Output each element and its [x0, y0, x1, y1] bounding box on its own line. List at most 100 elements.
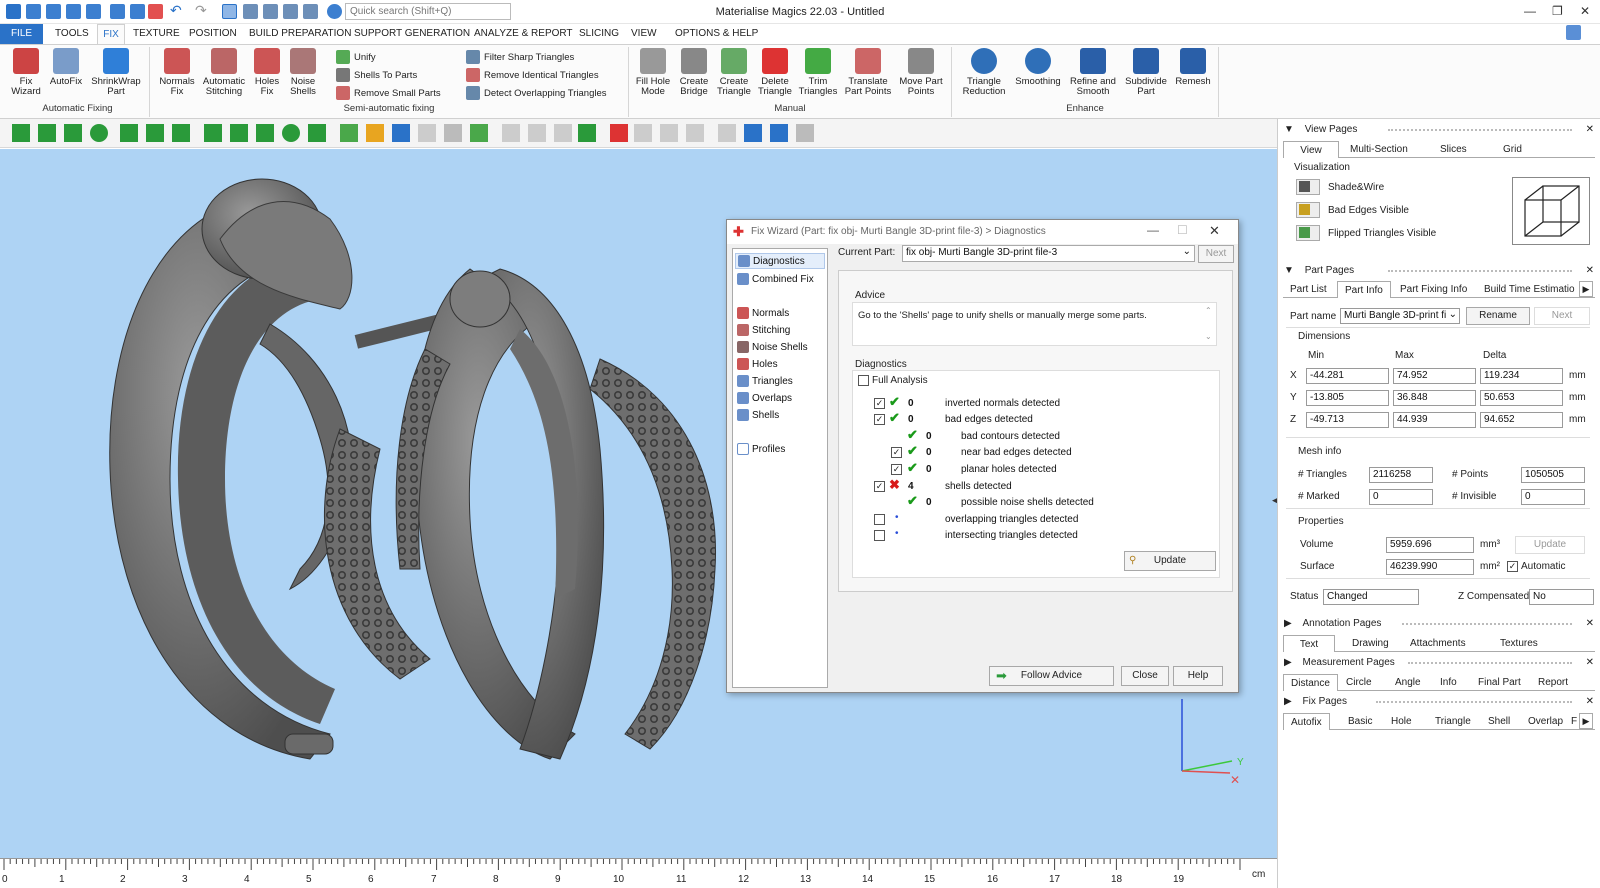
remove-small-parts-button[interactable]: Remove Small Parts [336, 86, 441, 100]
delete-triangle-button[interactable]: Delete Triangle [755, 48, 795, 97]
tab-drawing[interactable]: Drawing [1345, 635, 1396, 652]
subdivide-part-button[interactable]: Subdivide Part [1122, 48, 1170, 97]
close-icon[interactable]: ✕ [1586, 618, 1594, 629]
refine-smooth-button[interactable]: Refine and Smooth [1066, 48, 1120, 97]
z-max-field[interactable]: 44.939 [1393, 412, 1476, 428]
tabs-scroll-right-icon[interactable]: ▶ [1579, 713, 1593, 729]
mark-part-icon[interactable] [340, 124, 358, 142]
nav-holes[interactable]: Holes [737, 358, 778, 370]
menu-slicing[interactable]: SLICING [579, 28, 619, 39]
tab-part-list[interactable]: Part List [1283, 281, 1334, 298]
extract-marked-icon[interactable] [470, 124, 488, 142]
view-cube[interactable] [1512, 177, 1590, 245]
inverted-normals-checkbox[interactable]: ✓ [874, 398, 885, 409]
y-min-field[interactable]: -13.805 [1306, 390, 1389, 406]
export-icon[interactable] [130, 4, 145, 19]
overlapping-checkbox[interactable] [874, 514, 885, 525]
view-pages-header[interactable]: ▼ View Pages ✕ [1284, 124, 1596, 135]
zoom-window-icon[interactable] [263, 4, 278, 19]
triangle-tool-9-icon[interactable] [744, 124, 762, 142]
delete-marked-icon[interactable] [444, 124, 462, 142]
close-icon[interactable]: ✕ [1586, 696, 1594, 707]
translate-part-points-button[interactable]: Translate Part Points [843, 48, 893, 97]
scroll-down-icon[interactable]: ⌄ [1205, 332, 1212, 341]
triangle-tool-6-icon[interactable] [660, 124, 678, 142]
tab-final-part[interactable]: Final Part [1471, 674, 1528, 691]
move-part-points-button[interactable]: Move Part Points [897, 48, 945, 97]
planar-holes-checkbox[interactable]: ✓ [891, 464, 902, 475]
near-bad-edges-checkbox[interactable]: ✓ [891, 447, 902, 458]
smoothing-button[interactable]: Smoothing [1012, 48, 1064, 87]
part-name-select[interactable]: Murti Bangle 3D-print fi ⌄ [1340, 308, 1460, 324]
nav-diagnostics[interactable]: Diagnostics [735, 253, 825, 269]
unify-button[interactable]: Unify [336, 50, 376, 64]
scroll-up-icon[interactable]: ⌃ [1205, 306, 1212, 315]
shrinkwrap-button[interactable]: ShrinkWrap Part [88, 48, 144, 97]
points-field[interactable]: 1050505 [1521, 467, 1585, 483]
triangle-tool-2-icon[interactable] [528, 124, 546, 142]
tab-circle[interactable]: Circle [1339, 674, 1379, 691]
annotation-pages-header[interactable]: ▶ Annotation Pages ✕ [1284, 618, 1596, 629]
triangle-tool-11-icon[interactable] [796, 124, 814, 142]
restore-icon[interactable]: ❐ [1552, 4, 1563, 18]
select-icon[interactable] [222, 4, 237, 19]
tabs-scroll-right-icon[interactable]: ▶ [1579, 281, 1593, 297]
mark-shell-icon[interactable] [204, 124, 222, 142]
save-as-icon[interactable] [86, 4, 101, 19]
automatic-checkbox[interactable]: ✓ [1507, 561, 1518, 572]
help-button[interactable]: Help [1173, 666, 1223, 686]
triangle-tool-10-icon[interactable] [770, 124, 788, 142]
surface-field[interactable]: 46239.990 [1386, 559, 1474, 575]
marked-field[interactable]: 0 [1369, 489, 1433, 505]
z-delta-field[interactable]: 94.652 [1480, 412, 1563, 428]
mark-surface-icon[interactable] [64, 124, 82, 142]
shade-wire-dropdown[interactable] [1296, 179, 1320, 195]
remove-identical-triangles-button[interactable]: Remove Identical Triangles [466, 68, 599, 82]
tab-basic[interactable]: Basic [1341, 713, 1379, 730]
normals-fix-button[interactable]: Normals Fix [156, 48, 198, 97]
tab-attachments[interactable]: Attachments [1403, 635, 1473, 652]
update-volume-button[interactable]: Update [1515, 536, 1585, 554]
new-icon[interactable] [26, 4, 41, 19]
tab-overlap[interactable]: Overlap [1521, 713, 1570, 730]
tab-shell[interactable]: Shell [1481, 713, 1517, 730]
fix-wizard-button[interactable]: Fix Wizard [6, 48, 46, 97]
tab-autofix[interactable]: Autofix [1283, 713, 1330, 730]
menu-fix[interactable]: FIX [97, 24, 125, 45]
shells-to-parts-button[interactable]: Shells To Parts [336, 68, 417, 82]
status-field[interactable]: Changed [1323, 589, 1419, 605]
unmark-icon[interactable] [418, 124, 436, 142]
mark-window-icon[interactable] [120, 124, 138, 142]
tab-multi-section[interactable]: Multi-Section [1343, 141, 1415, 158]
menu-analyze-report[interactable]: ANALYZE & REPORT [474, 28, 573, 39]
dialog-minimize-icon[interactable]: — [1147, 223, 1159, 237]
volume-field[interactable]: 5959.696 [1386, 537, 1474, 553]
nav-noise-shells[interactable]: Noise Shells [737, 341, 808, 353]
tab-info[interactable]: Info [1433, 674, 1464, 691]
mark-triangle-icon[interactable] [12, 124, 30, 142]
triangle-tool-7-icon[interactable] [686, 124, 704, 142]
redo-icon[interactable]: ↷ [195, 2, 213, 18]
next-button[interactable]: Next [1198, 245, 1234, 263]
dialog-maximize-icon[interactable]: ☐ [1177, 223, 1188, 237]
tab-f[interactable]: F [1564, 713, 1578, 730]
rename-button[interactable]: Rename [1466, 307, 1530, 325]
triangle-reduction-button[interactable]: Triangle Reduction [958, 48, 1010, 97]
create-bridge-button[interactable]: Create Bridge [676, 48, 712, 97]
next-part-button[interactable]: Next [1534, 307, 1590, 325]
mark-all-icon[interactable] [392, 124, 410, 142]
intersecting-checkbox[interactable] [874, 530, 885, 541]
mark-sphere-icon[interactable] [282, 124, 300, 142]
mark-shell-part-icon[interactable] [366, 124, 384, 142]
tab-textures[interactable]: Textures [1493, 635, 1545, 652]
invisible-field[interactable]: 0 [1521, 489, 1585, 505]
tab-text[interactable]: Text [1283, 635, 1335, 652]
detect-overlapping-triangles-button[interactable]: Detect Overlapping Triangles [466, 86, 607, 100]
holes-fix-button[interactable]: Holes Fix [250, 48, 284, 97]
menu-tools[interactable]: TOOLS [55, 28, 89, 39]
tab-part-info[interactable]: Part Info [1337, 281, 1391, 298]
triangles-field[interactable]: 2116258 [1369, 467, 1433, 483]
close-icon[interactable]: ✕ [1586, 124, 1594, 135]
nav-profiles[interactable]: Profiles [737, 443, 785, 455]
tab-report[interactable]: Report [1531, 674, 1575, 691]
